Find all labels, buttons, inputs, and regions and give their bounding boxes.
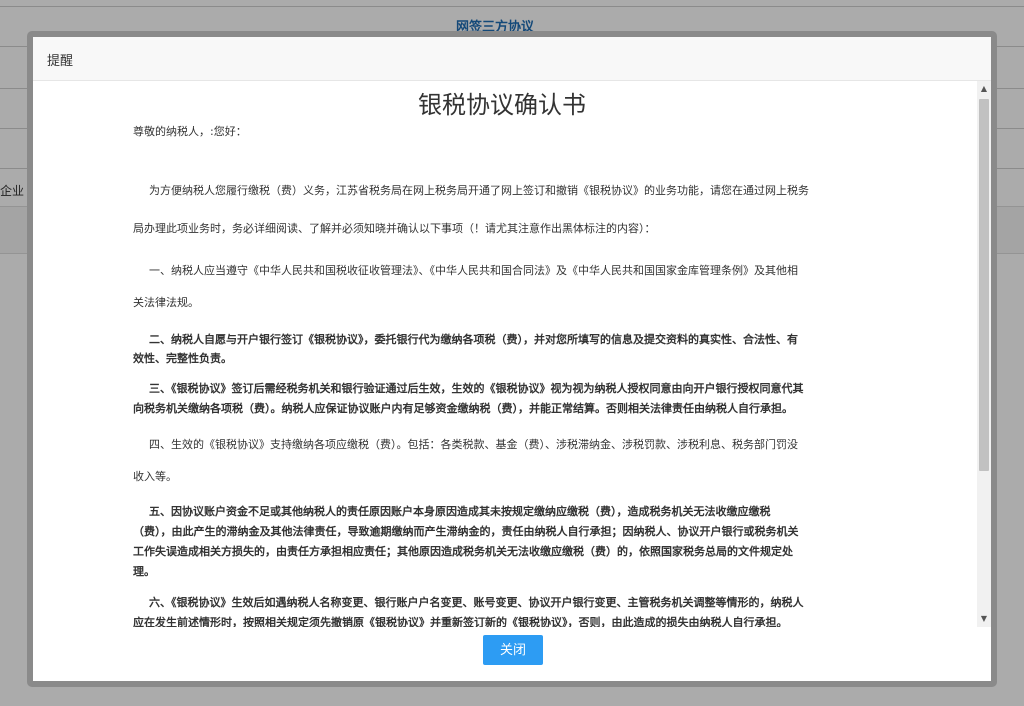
vertical-scrollbar[interactable]: ▲ ▼ [977,81,991,627]
paragraph-line: 四、生效的《银税协议》支持缴纳各项应缴税（费）。包括：各类税款、基金（费）、涉税… [149,438,798,451]
paragraph-line: 关法律法规。 [133,296,199,309]
paragraph-line: 理。 [133,565,155,578]
greeting: 尊敬的纳税人，:您好： [133,125,247,138]
dialog-footer: 关闭 [33,627,991,681]
paragraph-line: 六、《银税协议》生效后如遇纳税人名称变更、银行账户户名变更、账号变更、协议开户银… [149,596,804,609]
paragraph-line: 效性、完整性负责。 [133,352,232,365]
paragraph-line: 三、《银税协议》签订后需经税务机关和银行验证通过后生效，生效的《银税协议》视为视… [149,382,804,395]
paragraph-line: 为方便纳税人您履行缴税（费）义务，江苏省税务局在网上税务局开通了网上签订和撤销《… [149,184,809,197]
paragraph-line: 收入等。 [133,470,177,483]
scroll-down-arrow-icon[interactable]: ▼ [977,611,991,627]
reminder-dialog: 提醒 银税协议确认书 尊敬的纳税人，:您好： 为方便纳税人您履行缴税（费）义务，… [27,31,997,687]
paragraph-line: 一、纳税人应当遵守《中华人民共和国税收征收管理法》、《中华人民共和国合同法》及《… [149,264,798,277]
paragraph-line: 工作失误造成相关方损失的，由责任方承担相应责任；其他原因造成税务机关无法收缴应缴… [133,545,793,558]
paragraph-line: 五、因协议账户资金不足或其他纳税人的责任原因账户本身原因造成其未按规定缴纳应缴税… [149,505,771,518]
dialog-header: 提醒 [33,37,991,81]
paragraph-line: 应在发生前述情形时，按照相关规定须先撤销原《银税协议》并重新签订新的《银税协议》… [133,616,788,627]
paragraph-line: 二、纳税人自愿与开户银行签订《银税协议》，委托银行代为缴纳各项税（费），并对您所… [149,333,798,346]
document-title: 银税协议确认书 [418,91,586,119]
dialog-title: 提醒 [47,54,74,69]
scroll-up-arrow-icon[interactable]: ▲ [977,81,991,97]
agreement-content[interactable]: 银税协议确认书 尊敬的纳税人，:您好： 为方便纳税人您履行缴税（费）义务，江苏省… [33,81,973,627]
paragraph-line: 局办理此项业务时，务必详细阅读、了解并必须知晓并确认以下事项（！请尤其注意作出黑… [133,222,656,235]
paragraph-line: （费），由此产生的滞纳金及其他法律责任，导致逾期缴纳而产生滞纳金的，责任由纳税人… [133,525,799,538]
paragraph-line: 向税务机关缴纳各项税（费）。纳税人应保证协议账户内有足够资金缴纳税（费），并能正… [133,402,793,415]
dialog-body: 提醒 银税协议确认书 尊敬的纳税人，:您好： 为方便纳税人您履行缴税（费）义务，… [33,37,991,681]
close-button[interactable]: 关闭 [483,635,543,665]
scroll-thumb[interactable] [979,99,989,471]
